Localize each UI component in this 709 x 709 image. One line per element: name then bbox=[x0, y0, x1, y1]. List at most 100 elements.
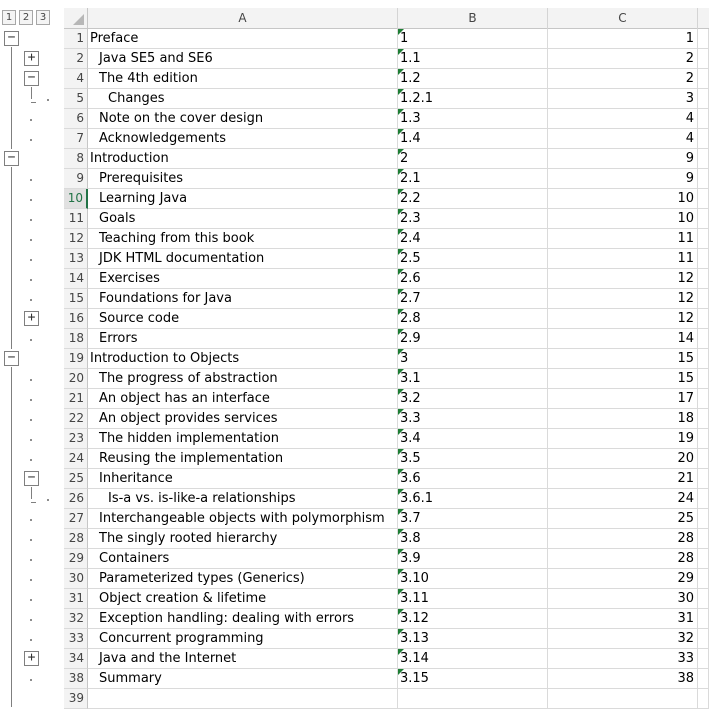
cell-title[interactable]: Java SE5 and SE6 bbox=[88, 49, 398, 69]
cell-empty[interactable] bbox=[698, 429, 709, 449]
cell-empty[interactable] bbox=[698, 209, 709, 229]
cell-section[interactable]: 1.3 bbox=[398, 109, 548, 129]
cell-title[interactable]: The progress of abstraction bbox=[88, 369, 398, 389]
row-header[interactable]: 23 bbox=[64, 429, 88, 449]
cell-section[interactable]: 3.13 bbox=[398, 629, 548, 649]
cell-title[interactable]: Introduction to Objects bbox=[88, 349, 398, 369]
cell-empty[interactable] bbox=[698, 669, 709, 689]
cell-section[interactable]: 2.2 bbox=[398, 189, 548, 209]
cell-page[interactable]: 2 bbox=[548, 49, 698, 69]
cell-section[interactable]: 2 bbox=[398, 149, 548, 169]
cell-empty[interactable] bbox=[698, 189, 709, 209]
cell-title[interactable]: Preface bbox=[88, 29, 398, 49]
cell-empty[interactable] bbox=[698, 549, 709, 569]
row-header[interactable]: 27 bbox=[64, 509, 88, 529]
cell-empty[interactable] bbox=[698, 129, 709, 149]
cell-section[interactable]: 3.6.1 bbox=[398, 489, 548, 509]
cell-title[interactable]: Changes bbox=[88, 89, 398, 109]
row-header[interactable]: 16 bbox=[64, 309, 88, 329]
cell-page[interactable]: 24 bbox=[548, 489, 698, 509]
cell-page[interactable]: 12 bbox=[548, 269, 698, 289]
row-header[interactable]: 22 bbox=[64, 409, 88, 429]
cell-page[interactable]: 14 bbox=[548, 329, 698, 349]
cell-section[interactable]: 1.1 bbox=[398, 49, 548, 69]
cell-title[interactable]: Note on the cover design bbox=[88, 109, 398, 129]
row-header[interactable]: 31 bbox=[64, 589, 88, 609]
row-header[interactable]: 14 bbox=[64, 269, 88, 289]
cell-page[interactable]: 30 bbox=[548, 589, 698, 609]
outline-collapse-button[interactable]: − bbox=[4, 351, 19, 366]
cell-empty[interactable] bbox=[698, 309, 709, 329]
cell-page[interactable]: 17 bbox=[548, 389, 698, 409]
cell-section[interactable]: 3.4 bbox=[398, 429, 548, 449]
row-header[interactable]: 34 bbox=[64, 649, 88, 669]
outline-level-1-button[interactable]: 1 bbox=[2, 10, 16, 25]
outline-expand-button[interactable]: + bbox=[24, 51, 39, 66]
row-header[interactable]: 19 bbox=[64, 349, 88, 369]
cell-title[interactable]: Goals bbox=[88, 209, 398, 229]
row-header[interactable]: 4 bbox=[64, 69, 88, 89]
row-header[interactable]: 29 bbox=[64, 549, 88, 569]
cell-title[interactable]: JDK HTML documentation bbox=[88, 249, 398, 269]
row-header[interactable]: 12 bbox=[64, 229, 88, 249]
outline-collapse-button[interactable]: − bbox=[4, 151, 19, 166]
cell-title[interactable]: Object creation & lifetime bbox=[88, 589, 398, 609]
row-header[interactable]: 2 bbox=[64, 49, 88, 69]
cell-empty[interactable] bbox=[698, 89, 709, 109]
cell-page[interactable]: 29 bbox=[548, 569, 698, 589]
cell-title[interactable]: Exercises bbox=[88, 269, 398, 289]
cell-page[interactable] bbox=[548, 689, 698, 709]
cell-empty[interactable] bbox=[698, 569, 709, 589]
cell-section[interactable]: 3.9 bbox=[398, 549, 548, 569]
cell-section[interactable]: 3.2 bbox=[398, 389, 548, 409]
cell-title[interactable]: Containers bbox=[88, 549, 398, 569]
cell-section[interactable]: 1 bbox=[398, 29, 548, 49]
cell-title[interactable]: Is-a vs. is-like-a relationships bbox=[88, 489, 398, 509]
cell-empty[interactable] bbox=[698, 369, 709, 389]
cell-section[interactable]: 3.14 bbox=[398, 649, 548, 669]
row-header[interactable]: 6 bbox=[64, 109, 88, 129]
cell-section[interactable]: 3.3 bbox=[398, 409, 548, 429]
cell-page[interactable]: 33 bbox=[548, 649, 698, 669]
cell-empty[interactable] bbox=[698, 249, 709, 269]
cell-empty[interactable] bbox=[698, 509, 709, 529]
row-header[interactable]: 13 bbox=[64, 249, 88, 269]
cell-page[interactable]: 38 bbox=[548, 669, 698, 689]
cell-title[interactable]: Acknowledgements bbox=[88, 129, 398, 149]
cell-page[interactable]: 20 bbox=[548, 449, 698, 469]
cell-page[interactable]: 12 bbox=[548, 309, 698, 329]
row-header[interactable]: 33 bbox=[64, 629, 88, 649]
cell-empty[interactable] bbox=[698, 49, 709, 69]
cell-section[interactable]: 3.7 bbox=[398, 509, 548, 529]
cell-section[interactable]: 3.10 bbox=[398, 569, 548, 589]
cell-empty[interactable] bbox=[698, 389, 709, 409]
cell-section[interactable]: 2.1 bbox=[398, 169, 548, 189]
cell-section[interactable]: 2.9 bbox=[398, 329, 548, 349]
outline-collapse-button[interactable]: − bbox=[4, 31, 19, 46]
cell-page[interactable]: 1 bbox=[548, 29, 698, 49]
cell-title[interactable]: Exception handling: dealing with errors bbox=[88, 609, 398, 629]
outline-level-2-button[interactable]: 2 bbox=[19, 10, 33, 25]
outline-collapse-button[interactable]: − bbox=[24, 471, 39, 486]
cell-empty[interactable] bbox=[698, 609, 709, 629]
row-header[interactable]: 26 bbox=[64, 489, 88, 509]
cell-page[interactable]: 21 bbox=[548, 469, 698, 489]
cell-empty[interactable] bbox=[698, 29, 709, 49]
cell-title[interactable]: Inheritance bbox=[88, 469, 398, 489]
column-header-b[interactable]: B bbox=[398, 8, 548, 29]
row-header[interactable]: 30 bbox=[64, 569, 88, 589]
cell-title[interactable]: An object has an interface bbox=[88, 389, 398, 409]
cell-empty[interactable] bbox=[698, 629, 709, 649]
row-header[interactable]: 10 bbox=[64, 189, 88, 209]
cell-page[interactable]: 9 bbox=[548, 149, 698, 169]
cell-page[interactable]: 18 bbox=[548, 409, 698, 429]
cell-page[interactable]: 15 bbox=[548, 369, 698, 389]
cell-empty[interactable] bbox=[698, 109, 709, 129]
row-header[interactable]: 21 bbox=[64, 389, 88, 409]
cell-page[interactable]: 10 bbox=[548, 189, 698, 209]
outline-collapse-button[interactable]: − bbox=[24, 71, 39, 86]
cell-section[interactable]: 3.8 bbox=[398, 529, 548, 549]
cell-empty[interactable] bbox=[698, 469, 709, 489]
cell-title[interactable]: The hidden implementation bbox=[88, 429, 398, 449]
cell-page[interactable]: 3 bbox=[548, 89, 698, 109]
